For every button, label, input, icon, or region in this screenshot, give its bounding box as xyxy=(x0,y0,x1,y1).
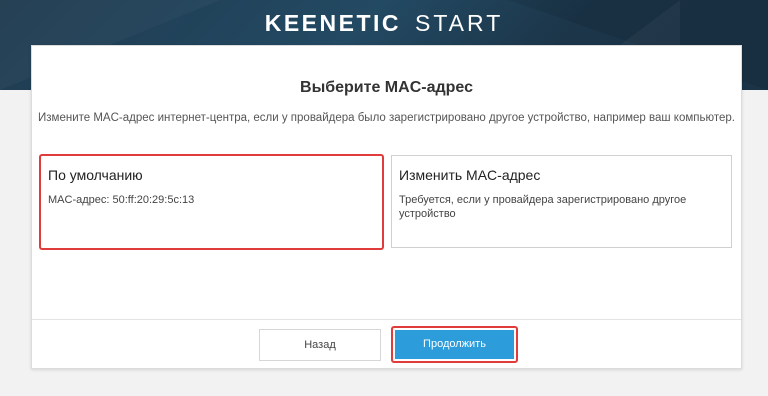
wizard-card: Выберите MAC-адрес Измените MAC-адрес ин… xyxy=(31,45,742,369)
option-description: MAC-адрес: 50:ff:20:29:5c:13 xyxy=(48,194,195,206)
page-title: Выберите MAC-адрес xyxy=(300,79,473,96)
back-button[interactable]: Назад xyxy=(259,329,381,361)
logo-brand: KEENETIC xyxy=(264,10,401,36)
logo-product: START xyxy=(415,10,504,36)
page-subtitle: Измените MAC-адрес интернет-центра, если… xyxy=(38,112,735,124)
continue-button-highlight: Продолжить xyxy=(391,326,518,363)
option-description: Требуется, если у провайдера зарегистрир… xyxy=(399,194,687,220)
option-title: По умолчанию xyxy=(48,167,143,183)
footer-divider xyxy=(32,319,741,320)
option-default-mac[interactable]: По умолчанию MAC-адрес: 50:ff:20:29:5c:1… xyxy=(39,154,384,250)
keenetic-start-logo: KEENETIC START xyxy=(0,10,768,37)
option-change-mac[interactable]: Изменить MAC-адрес Требуется, если у про… xyxy=(391,155,732,248)
option-title: Изменить MAC-адрес xyxy=(399,167,541,183)
continue-button[interactable]: Продолжить xyxy=(395,330,514,359)
